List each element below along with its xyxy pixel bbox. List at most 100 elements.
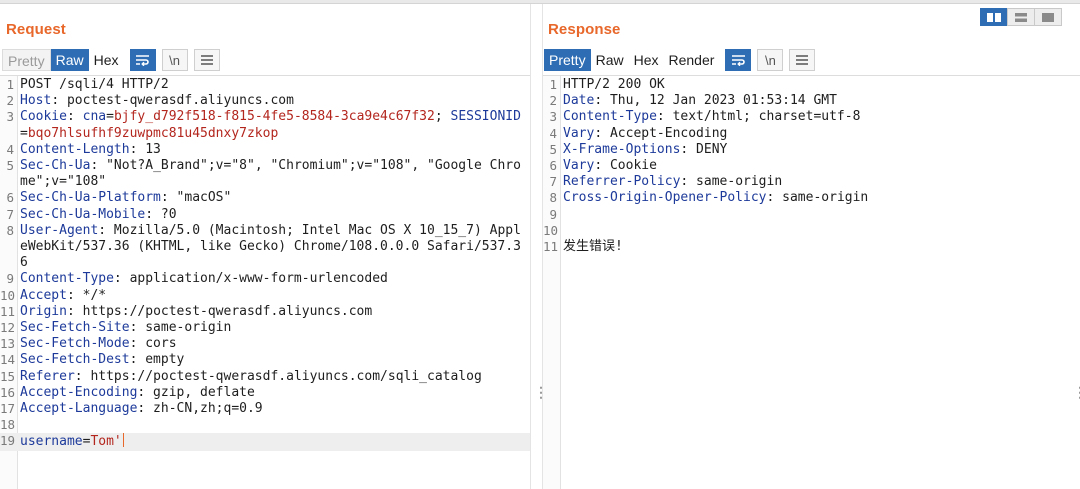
- menu-icon[interactable]: [789, 49, 816, 71]
- line-number: 7: [549, 174, 557, 190]
- pane-divider[interactable]: ⋮: [530, 4, 548, 489]
- header-colon: :: [66, 109, 83, 125]
- tab-raw[interactable]: Raw: [591, 49, 629, 71]
- code-line: 2 Host: poctest-qwerasdf.aliyuncs.com: [0, 93, 530, 109]
- menu-icon[interactable]: [193, 49, 220, 71]
- line-text: Referrer-Policy: same-origin: [561, 174, 1080, 190]
- header-value: application/x-www-form-urlencoded: [121, 271, 388, 287]
- header-name: Referer: [20, 368, 75, 384]
- header-value: Thu, 12 Jan 2023 01:53:14 GMT: [602, 93, 837, 109]
- cookie-name: SESSIONID: [450, 109, 521, 125]
- code-line: 11 Origin: https://poctest-qwerasdf.aliyu…: [0, 304, 530, 320]
- tab-render[interactable]: Render: [664, 49, 720, 71]
- line-text: Origin: https://poctest-qwerasdf.aliyunc…: [18, 304, 528, 320]
- tab-pretty[interactable]: Pretty: [2, 49, 51, 71]
- header-value: ?0: [153, 206, 177, 222]
- header-name: Accept-Language: [20, 401, 138, 417]
- header-name: Sec-Fetch-Mode: [20, 336, 130, 352]
- response-pane: Response Pretty Raw Hex Render \n 1 HTTP/…: [543, 4, 1080, 489]
- line-text: username=Tom': [18, 433, 528, 450]
- code-line: 5 X-Frame-Options: DENY: [543, 142, 1080, 158]
- header-colon: :: [656, 109, 665, 125]
- header-name: Content-Length: [20, 141, 130, 157]
- code-line: 2 Date: Thu, 12 Jan 2023 01:53:14 GMT: [543, 93, 1080, 109]
- header-name: Sec-Fetch-Dest: [20, 352, 130, 368]
- line-text: Sec-Ch-Ua-Platform: "macOS": [18, 190, 528, 206]
- header-name: User-Agent: [20, 222, 99, 238]
- code-line: 12 Sec-Fetch-Site: same-origin: [0, 320, 530, 336]
- code-line: 7 Referrer-Policy: same-origin: [543, 174, 1080, 190]
- line-number: 1: [549, 77, 557, 92]
- line-text: Accept-Language: zh-CN,zh;q=0.9: [18, 401, 528, 417]
- code-line: 19 username=Tom': [0, 433, 530, 451]
- line-number: 18: [0, 417, 16, 433]
- request-pane: Request Pretty Raw Hex \n 1 POST /sqli/4 …: [0, 4, 530, 489]
- header-value: https://poctest-qwerasdf.aliyuncs.com: [74, 303, 373, 319]
- newline-icon[interactable]: \n: [161, 49, 188, 71]
- line-text: [561, 207, 1080, 223]
- line-text: [18, 417, 528, 433]
- cookie-eq: =: [106, 109, 114, 125]
- header-value: same-origin: [137, 320, 232, 336]
- line-text: Accept: */*: [18, 288, 528, 304]
- cookie-eq: =: [20, 125, 28, 141]
- cookie-value: bqo7hlsufhf9zuwpmc81u45dnxy7zkop: [27, 125, 279, 141]
- line-text: Sec-Ch-Ua: "Not?A_Brand";v="8", "Chromiu…: [18, 158, 528, 190]
- line-text: Cookie: cna=bjfy_d792f518-f815-4fe5-8584…: [18, 109, 528, 141]
- tab-raw[interactable]: Raw: [50, 49, 89, 71]
- header-name: Content-Type: [563, 109, 657, 125]
- code-line: 16 Accept-Encoding: gzip, deflate: [0, 385, 530, 401]
- tab-hex[interactable]: Hex: [629, 49, 664, 71]
- request-lines: 1 POST /sqli/4 HTTP/2 2 Host: poctest-qwera…: [0, 77, 530, 451]
- code-line: 10 Accept: */*: [0, 288, 530, 304]
- header-colon: :: [594, 93, 603, 109]
- line-text: HTTP/2 200 OK: [561, 77, 1080, 93]
- wrap-icon[interactable]: [129, 49, 156, 71]
- header-name: Vary: [563, 125, 595, 141]
- line-content: POST /sqli/4 HTTP/2: [20, 77, 169, 92]
- header-value: gzip, deflate: [145, 384, 255, 400]
- code-line: 17 Accept-Language: zh-CN,zh;q=0.9: [0, 401, 530, 417]
- right-grip-icon[interactable]: ⋮: [1073, 385, 1080, 399]
- line-number: 8: [6, 222, 14, 238]
- line-text: Sec-Fetch-Mode: cors: [18, 336, 528, 352]
- header-value: same-origin: [774, 190, 869, 206]
- code-line: 15 Referer: https://poctest-qwerasdf.aliy…: [0, 369, 530, 385]
- wrap-icon[interactable]: [725, 49, 752, 71]
- line-content: 发生错误!: [563, 239, 623, 255]
- line-number: 5: [6, 158, 14, 174]
- header-name: Accept-Encoding: [20, 384, 138, 400]
- header-name: Origin: [20, 303, 67, 319]
- line-text: POST /sqli/4 HTTP/2: [18, 77, 528, 93]
- line-text: Sec-Fetch-Dest: empty: [18, 352, 528, 368]
- tab-pretty[interactable]: Pretty: [544, 49, 591, 71]
- header-value: same-origin: [688, 174, 783, 190]
- line-number: 6: [549, 158, 557, 174]
- cookie-name: cna: [82, 109, 107, 125]
- header-colon: :: [113, 271, 122, 287]
- line-number: 7: [6, 206, 14, 222]
- line-content: HTTP/2 200 OK: [563, 77, 665, 92]
- header-colon: :: [66, 303, 75, 319]
- line-number: 4: [549, 125, 557, 141]
- request-title: Request: [6, 21, 66, 38]
- line-text: Content-Length: 13: [18, 142, 528, 158]
- line-text: Vary: Cookie: [561, 158, 1080, 174]
- line-text: Content-Type: application/x-www-form-url…: [18, 271, 528, 287]
- header-value: text/html; charset=utf-8: [664, 109, 861, 125]
- code-line: 13 Sec-Fetch-Mode: cors: [0, 336, 530, 352]
- code-line: 6 Vary: Cookie: [543, 158, 1080, 174]
- tab-hex[interactable]: Hex: [89, 49, 124, 71]
- response-editor[interactable]: 1 HTTP/2 200 OK 2 Date: Thu, 12 Jan 2023 01…: [543, 75, 1080, 489]
- code-line: 6 Sec-Ch-Ua-Platform: "macOS": [0, 190, 530, 206]
- body-param-value: Tom': [90, 434, 122, 450]
- newline-icon[interactable]: \n: [757, 49, 784, 71]
- request-toolbar: Pretty Raw Hex \n: [2, 48, 220, 72]
- line-number: 10: [0, 287, 16, 303]
- header-name: Cookie: [20, 109, 67, 125]
- code-line: 8 Cross-Origin-Opener-Policy: same-origin: [543, 190, 1080, 206]
- line-number: 11: [543, 239, 559, 255]
- request-editor[interactable]: 1 POST /sqli/4 HTTP/2 2 Host: poctest-qwera…: [0, 75, 530, 489]
- header-name: Sec-Ch-Ua-Platform: [20, 190, 161, 206]
- newline-label: \n: [765, 52, 776, 68]
